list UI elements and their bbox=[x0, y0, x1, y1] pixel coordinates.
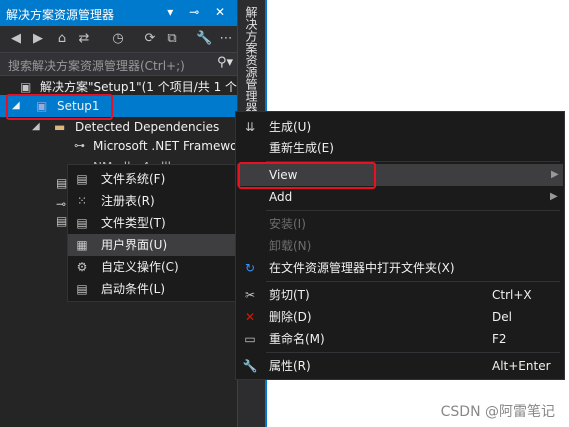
menu-separator bbox=[266, 281, 560, 282]
menu-item-build[interactable]: ⇊ 生成(U) bbox=[236, 116, 564, 138]
search-icon[interactable]: ⚲▾ bbox=[217, 55, 233, 70]
switch-views-icon[interactable]: ⇄ bbox=[76, 31, 92, 47]
registry-icon: ⁙ bbox=[76, 194, 88, 208]
submenu-arrow-icon: ▶ bbox=[550, 191, 558, 202]
file-icon: ▤ bbox=[56, 214, 68, 228]
dotnet-label: Microsoft .NET Framework bbox=[93, 139, 237, 153]
panel-toolbar: ◀ ▶ ⌂ ⇄ ◷ ⟳ ⧉ 🔧 ⋯ bbox=[0, 26, 237, 52]
view-highlight-box bbox=[238, 162, 376, 189]
delete-icon: ✕ bbox=[244, 310, 256, 324]
menu-item-custom-actions[interactable]: ⚙ 自定义操作(C) bbox=[68, 256, 238, 278]
view-submenu: ▤ 文件系统(F) ⁙ 注册表(R) ▤ 文件类型(T) ▦ 用户界面(U) ⚙… bbox=[67, 164, 239, 302]
menu-item-uninstall[interactable]: 卸载(N) bbox=[236, 235, 564, 257]
custom-actions-icon: ⚙ bbox=[76, 260, 88, 274]
menu-item-file-system[interactable]: ▤ 文件系统(F) bbox=[68, 168, 238, 190]
menu-separator bbox=[266, 210, 560, 211]
menu-item-properties[interactable]: 🔧 属性(R) Alt+Enter bbox=[236, 355, 564, 377]
context-menu: ⇊ 生成(U) 重新生成(E) View ▶ Add ▶ 安装(I) 卸载(N)… bbox=[235, 111, 565, 380]
panel-titlebar: 解决方案资源管理器 ▾ ⊸ ✕ bbox=[0, 0, 237, 26]
file-types-icon: ▤ bbox=[76, 216, 88, 230]
home-icon[interactable]: ⌂ bbox=[54, 31, 70, 47]
refresh-icon[interactable]: ⟳ bbox=[142, 31, 158, 47]
open-folder-icon: ↻ bbox=[244, 261, 256, 275]
cut-icon: ✂ bbox=[244, 288, 256, 302]
menu-item-file-types[interactable]: ▤ 文件类型(T) bbox=[68, 212, 238, 234]
menu-item-launch-conditions[interactable]: ▤ 启动条件(L) bbox=[68, 278, 238, 300]
menu-item-user-interface[interactable]: ▦ 用户界面(U) bbox=[68, 234, 236, 256]
file-system-icon: ▤ bbox=[76, 172, 88, 186]
file-icon: ⊸ bbox=[56, 197, 67, 211]
menu-item-delete[interactable]: ✕ 删除(D) Del bbox=[236, 306, 564, 328]
side-tab-label: 解决方案资源管理器 bbox=[244, 6, 258, 114]
menu-item-rename[interactable]: ▭ 重命名(M) F2 bbox=[236, 328, 564, 350]
rename-icon: ▭ bbox=[244, 332, 256, 346]
menu-item-cut[interactable]: ✂ 剪切(T) Ctrl+X bbox=[236, 284, 564, 306]
panel-title: 解决方案资源管理器 bbox=[6, 8, 115, 22]
file-icon: ▤ bbox=[56, 176, 68, 190]
menu-item-install[interactable]: 安装(I) bbox=[236, 213, 564, 235]
tree-dotnet-row[interactable]: ⊶ Microsoft .NET Framework bbox=[0, 135, 237, 157]
search-box[interactable]: 搜索解决方案资源管理器(Ctrl+;) ⚲▾ bbox=[0, 52, 237, 76]
build-icon: ⇊ bbox=[244, 120, 256, 134]
launch-conditions-icon: ▤ bbox=[76, 282, 88, 296]
panel-title-buttons[interactable]: ▾ ⊸ ✕ bbox=[167, 5, 231, 19]
user-interface-icon: ▦ bbox=[76, 238, 88, 252]
dependency-icon: ⊶ bbox=[74, 139, 85, 152]
wrench-icon: 🔧 bbox=[242, 359, 258, 373]
forward-icon[interactable]: ▶ bbox=[30, 31, 46, 47]
submenu-arrow-icon: ▶ bbox=[551, 169, 559, 180]
menu-item-registry[interactable]: ⁙ 注册表(R) bbox=[68, 190, 238, 212]
menu-separator bbox=[266, 352, 560, 353]
history-icon[interactable]: ◷ bbox=[110, 31, 126, 47]
menu-item-open-folder[interactable]: ↻ 在文件资源管理器中打开文件夹(X) bbox=[236, 257, 564, 279]
search-input[interactable]: 搜索解决方案资源管理器(Ctrl+;) bbox=[8, 57, 185, 74]
properties-wrench-icon[interactable]: 🔧 bbox=[196, 31, 212, 47]
menu-item-rebuild[interactable]: 重新生成(E) bbox=[236, 137, 564, 159]
back-icon[interactable]: ◀ bbox=[8, 31, 24, 47]
watermark: CSDN @阿雷笔记 bbox=[440, 404, 555, 420]
more-icon[interactable]: ⋯ bbox=[218, 31, 234, 47]
collapse-all-icon[interactable]: ⧉ bbox=[164, 31, 180, 47]
menu-item-add[interactable]: Add ▶ bbox=[236, 186, 564, 208]
